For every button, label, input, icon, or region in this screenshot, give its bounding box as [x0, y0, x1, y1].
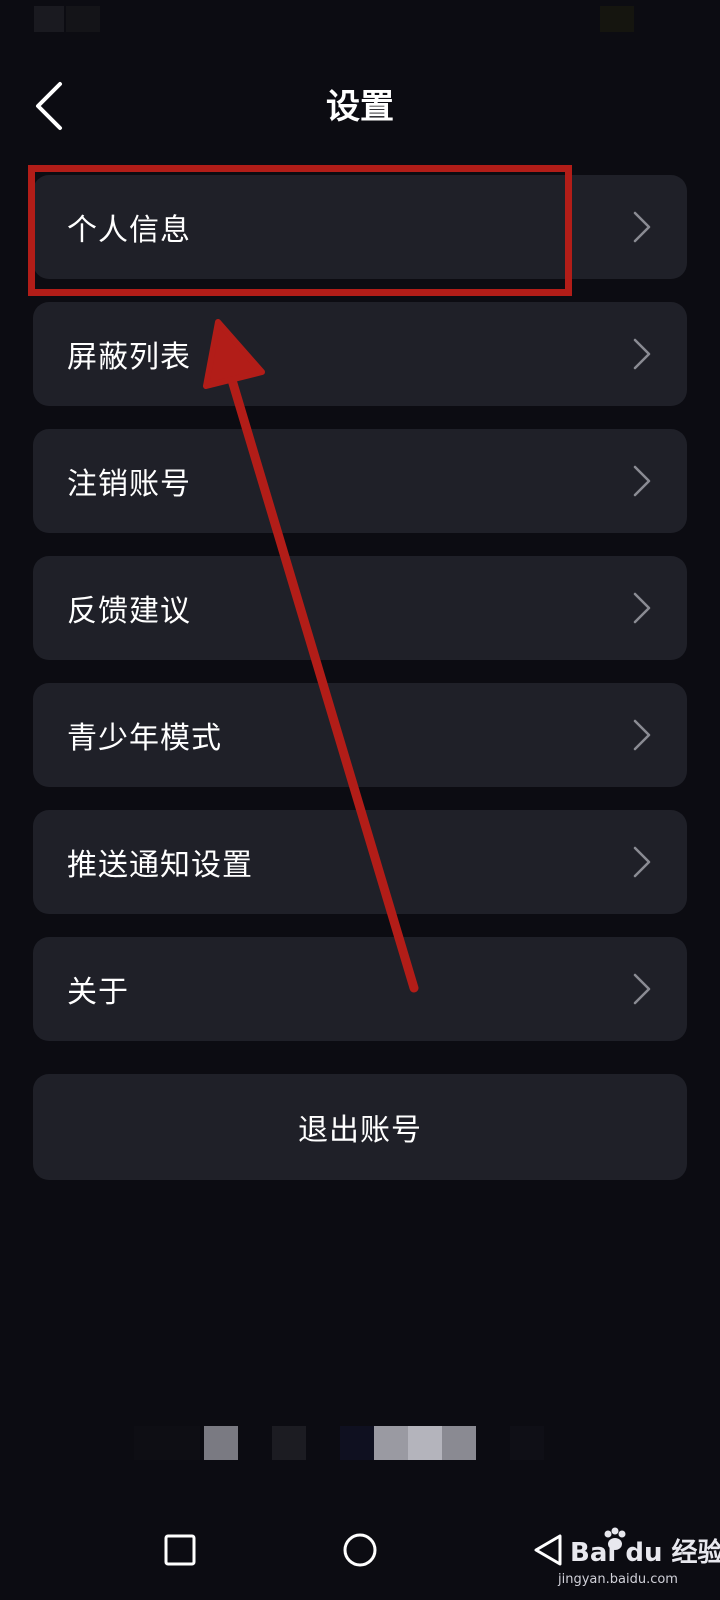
menu-item-label: 反馈建议	[67, 594, 191, 629]
status-bar	[0, 0, 720, 40]
home-button[interactable]	[330, 1520, 390, 1580]
chevron-right-icon	[633, 211, 651, 243]
menu-item-label: 注销账号	[67, 467, 191, 502]
menu-item-personal-info[interactable]: 个人信息	[33, 175, 687, 279]
status-icon-blurred	[66, 6, 100, 32]
menu-item-delete-account[interactable]: 注销账号	[33, 429, 687, 533]
watermark-url: jingyan.baidu.com	[558, 1572, 678, 1587]
chevron-right-icon	[633, 465, 651, 497]
recent-apps-button[interactable]	[150, 1520, 210, 1580]
watermark-brand: Bai du 经验	[570, 1538, 720, 1568]
status-icon-blurred	[34, 6, 64, 32]
chevron-right-icon	[633, 846, 651, 878]
menu-item-label: 屏蔽列表	[67, 340, 191, 375]
menu-item-block-list[interactable]: 屏蔽列表	[33, 302, 687, 406]
menu-item-about[interactable]: 关于	[33, 937, 687, 1041]
chevron-right-icon	[633, 719, 651, 751]
baidu-jingyan-watermark: Bai du 经验 jingyan.baidu.com	[548, 1527, 720, 1592]
square-icon	[164, 1534, 196, 1566]
settings-menu-list: 个人信息 屏蔽列表 注销账号 反馈建议 青少年模式 推送通知设置 关于	[33, 175, 687, 1064]
chevron-right-icon	[633, 338, 651, 370]
menu-item-feedback[interactable]: 反馈建议	[33, 556, 687, 660]
menu-item-label: 青少年模式	[67, 721, 222, 756]
header-bar: 设置	[0, 62, 720, 152]
menu-item-label: 推送通知设置	[67, 848, 253, 883]
menu-item-label: 个人信息	[67, 213, 191, 248]
page-title: 设置	[326, 87, 394, 127]
chevron-right-icon	[633, 973, 651, 1005]
circle-icon	[343, 1533, 377, 1567]
status-icon-blurred	[600, 6, 634, 32]
menu-item-teen-mode[interactable]: 青少年模式	[33, 683, 687, 787]
menu-item-push-notifications[interactable]: 推送通知设置	[33, 810, 687, 914]
menu-item-label: 关于	[67, 975, 129, 1010]
logout-button[interactable]: 退出账号	[33, 1074, 687, 1180]
chevron-right-icon	[633, 592, 651, 624]
